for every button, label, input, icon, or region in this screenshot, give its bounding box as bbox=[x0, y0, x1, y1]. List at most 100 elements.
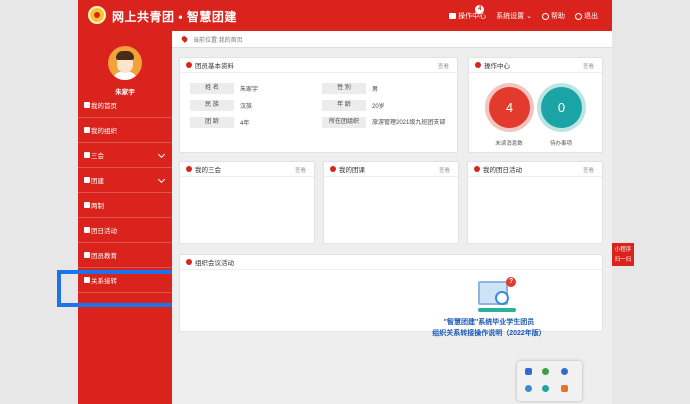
tray-app-icon[interactable] bbox=[561, 385, 568, 392]
courses-panel: 我的团课 查看 bbox=[323, 161, 459, 244]
avatar[interactable] bbox=[108, 46, 142, 80]
sidebar-item-label: 三会 bbox=[91, 153, 104, 160]
org-icon bbox=[84, 127, 90, 133]
todo-label: 待办事项 bbox=[549, 141, 572, 147]
league-day-panel-title: 我的团日活动 bbox=[483, 167, 522, 174]
sidebar-item-label: 团建 bbox=[91, 178, 104, 185]
transfer-highlight-box bbox=[57, 270, 191, 307]
ops-panel-header: 操作中心 查看 bbox=[469, 58, 602, 73]
mail-icon bbox=[449, 13, 457, 19]
profile-row: 姓 名 朱家宇 性 别 男 bbox=[190, 80, 454, 97]
help-label: 帮助 bbox=[551, 13, 565, 20]
meetings-panel-header: 我的三会 查看 bbox=[180, 162, 314, 177]
settings-dropdown[interactable]: 系统设置 ⌄ bbox=[496, 11, 532, 21]
right-margin bbox=[612, 0, 690, 404]
sidebar-item-league-building[interactable]: 团建 bbox=[78, 168, 172, 193]
field-label: 所在团组织 bbox=[322, 117, 366, 128]
league-day-more-link[interactable]: 查看 bbox=[583, 166, 594, 174]
league-day-panel-header: 我的团日活动 查看 bbox=[468, 162, 602, 177]
field-label: 姓 名 bbox=[190, 83, 234, 94]
courses-panel-header: 我的团课 查看 bbox=[324, 162, 458, 177]
league-day-panel: 我的团日活动 查看 bbox=[467, 161, 603, 244]
profile-panel-header: 团员基本资料 查看 bbox=[180, 58, 457, 73]
operation-center-link[interactable]: 操作中心 4 bbox=[449, 5, 486, 21]
sidebar-item-home[interactable]: 我的首页 bbox=[78, 93, 172, 118]
field-value: 旅游管理2021级九班团支部 bbox=[372, 119, 446, 126]
settings-label: 系统设置 bbox=[496, 13, 525, 20]
course-icon bbox=[330, 166, 336, 172]
transfer-guide-link[interactable]: "智慧团建"系统毕业学生团员 组织关系转接操作说明（2022年版） bbox=[419, 317, 559, 339]
tray-app-icon[interactable] bbox=[525, 368, 532, 375]
left-margin bbox=[0, 0, 78, 404]
sidebar: 朱家宇 我的首页 我的组织 三会 团建 两制 团日活动 团员教育 关系接转 bbox=[78, 31, 172, 404]
transfer-guide-illustration[interactable]: ? bbox=[478, 277, 516, 313]
courses-more-link[interactable]: 查看 bbox=[439, 166, 450, 174]
league-logo-icon[interactable] bbox=[88, 6, 106, 24]
target-icon bbox=[84, 202, 90, 208]
location-pin-icon bbox=[180, 35, 189, 43]
activity-icon bbox=[186, 259, 192, 265]
bluetooth-icon[interactable] bbox=[561, 368, 568, 375]
sidebar-item-two-systems[interactable]: 两制 bbox=[78, 193, 172, 218]
org-meeting-panel-title: 组织会议活动 bbox=[195, 260, 234, 267]
main-content: 当前位置:我的首页 团员基本资料 查看 姓 名 朱家宇 性 别 男 民 族 汉族… bbox=[172, 31, 612, 404]
promo-line-1: "智慧团建"系统毕业学生团员 bbox=[443, 319, 535, 326]
mini-program-qr-tab[interactable]: 小程序 扫一扫 bbox=[612, 243, 634, 266]
sidebar-item-label: 团员教育 bbox=[91, 253, 117, 260]
promo-line-2: 组织关系转接操作说明（2022年版） bbox=[432, 330, 546, 337]
sidebar-menu: 我的首页 我的组织 三会 团建 两制 团日活动 团员教育 关系接转 bbox=[78, 93, 172, 293]
breadcrumb: 当前位置:我的首页 bbox=[172, 31, 612, 48]
id-card-icon bbox=[186, 62, 192, 68]
org-meeting-panel-header: 组织会议活动 bbox=[180, 255, 602, 270]
tray-app-icon[interactable] bbox=[542, 368, 549, 375]
field-value: 汉族 bbox=[240, 104, 253, 110]
profile-panel: 团员基本资料 查看 姓 名 朱家宇 性 别 男 民 族 汉族 年 龄 20岁 团… bbox=[179, 57, 458, 153]
system-tray-popup bbox=[517, 361, 582, 401]
profile-row: 民 族 汉族 年 龄 20岁 bbox=[190, 97, 454, 114]
graduation-icon bbox=[84, 252, 90, 258]
ops-more-link[interactable]: 查看 bbox=[583, 62, 594, 70]
sidebar-item-league-day[interactable]: 团日活动 bbox=[78, 218, 172, 243]
logout-link[interactable]: 退出 bbox=[575, 11, 598, 21]
field-value: 20岁 bbox=[372, 104, 385, 110]
sidebar-item-education[interactable]: 团员教育 bbox=[78, 243, 172, 268]
profile-row: 团 龄 4年 所在团组织 旅游管理2021级九班团支部 bbox=[190, 114, 454, 131]
meetings-panel-title: 我的三会 bbox=[195, 167, 221, 174]
field-label: 性 别 bbox=[322, 83, 366, 94]
check-icon bbox=[84, 152, 90, 158]
tray-app-icon[interactable] bbox=[542, 385, 549, 392]
qr-tab-line-1: 小程序 bbox=[614, 247, 632, 253]
meetings-panel: 我的三会 查看 bbox=[179, 161, 315, 244]
unread-count-circle[interactable]: 4 bbox=[489, 87, 530, 128]
profile-more-link[interactable]: 查看 bbox=[438, 62, 449, 70]
chevron-down-icon bbox=[157, 175, 166, 184]
calendar-icon bbox=[474, 166, 480, 172]
field-value: 男 bbox=[372, 87, 379, 93]
unread-label: 未读消息数 bbox=[495, 141, 523, 147]
sidebar-item-label: 我的组织 bbox=[91, 128, 117, 135]
sidebar-item-label: 我的首页 bbox=[91, 103, 117, 110]
chevron-down-icon: ⌄ bbox=[526, 13, 532, 20]
sidebar-item-label: 两制 bbox=[91, 203, 104, 210]
gear-icon bbox=[84, 227, 90, 233]
meetings-more-link[interactable]: 查看 bbox=[295, 166, 306, 174]
todo-count-circle[interactable]: 0 bbox=[541, 87, 582, 128]
meeting-icon bbox=[186, 166, 192, 172]
ops-panel-title: 操作中心 bbox=[484, 63, 510, 70]
profile-info-grid: 姓 名 朱家宇 性 别 男 民 族 汉族 年 龄 20岁 团 龄 4年 所在团组… bbox=[190, 80, 454, 131]
field-label: 年 龄 bbox=[322, 100, 366, 111]
breadcrumb-text: 当前位置:我的首页 bbox=[193, 37, 243, 44]
field-label: 团 龄 bbox=[190, 117, 234, 128]
courses-panel-title: 我的团课 bbox=[339, 167, 365, 174]
qr-tab-line-2: 扫一扫 bbox=[614, 257, 632, 263]
logout-label: 退出 bbox=[584, 13, 598, 20]
help-icon bbox=[542, 12, 549, 20]
brand-title: 网上共青团 • 智慧团建 bbox=[112, 10, 237, 24]
home-icon bbox=[84, 102, 90, 108]
tray-app-icon[interactable] bbox=[525, 385, 532, 392]
field-value: 朱家宇 bbox=[240, 87, 259, 93]
sidebar-item-organization[interactable]: 我的组织 bbox=[78, 118, 172, 143]
header-actions: 操作中心 4 系统设置 ⌄ 帮助 退出 bbox=[449, 5, 598, 21]
help-link[interactable]: 帮助 bbox=[542, 11, 565, 21]
sidebar-item-three-meetings[interactable]: 三会 bbox=[78, 143, 172, 168]
